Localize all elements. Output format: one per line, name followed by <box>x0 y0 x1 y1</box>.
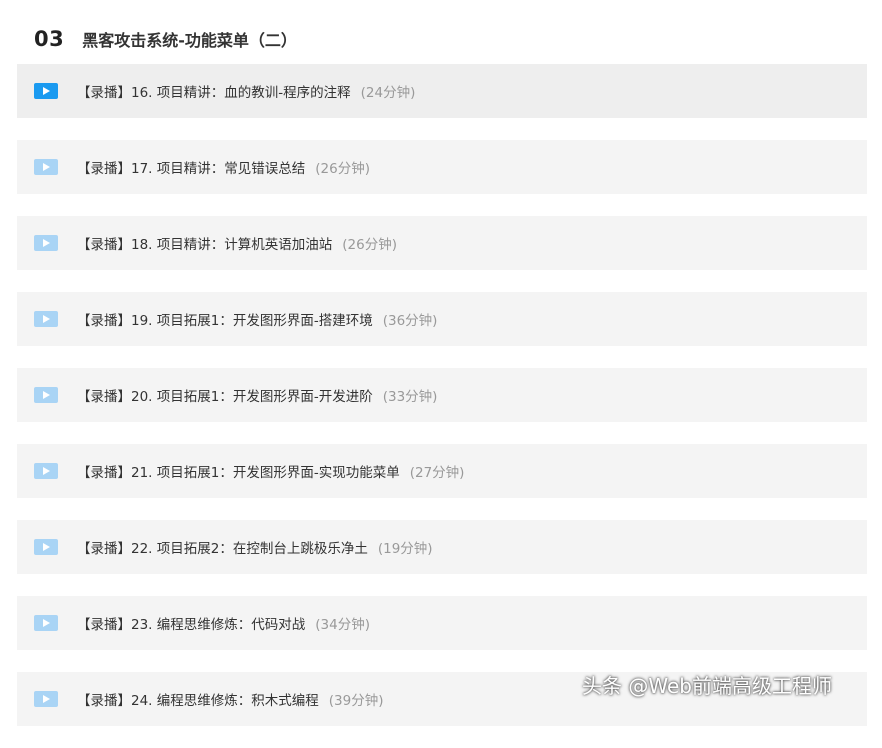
lesson-duration: (24分钟) <box>360 85 416 101</box>
lesson-title: 【录播】21. 项目拓展1：开发图形界面-实现功能菜单 <box>77 465 400 481</box>
lesson-duration: (36分钟) <box>382 313 438 329</box>
lesson-title: 【录播】17. 项目精讲：常见错误总结 <box>77 161 306 177</box>
lesson-duration: (39分钟) <box>328 693 384 709</box>
play-video-icon[interactable] <box>34 691 58 707</box>
lesson-item-17[interactable]: 【录播】17. 项目精讲：常见错误总结 (26分钟) <box>17 140 867 194</box>
lesson-duration: (19分钟) <box>377 541 433 557</box>
play-video-icon[interactable] <box>34 235 58 251</box>
lesson-title: 【录播】16. 项目精讲：血的教训-程序的注释 <box>77 85 351 101</box>
play-video-icon[interactable] <box>34 463 58 479</box>
play-video-icon[interactable] <box>34 83 58 99</box>
play-video-icon[interactable] <box>34 539 58 555</box>
lesson-item-23[interactable]: 【录播】23. 编程思维修炼：代码对战 (34分钟) <box>17 596 867 650</box>
play-video-icon[interactable] <box>34 387 58 403</box>
lesson-duration: (26分钟) <box>315 161 370 177</box>
lesson-title: 【录播】19. 项目拓展1：开发图形界面-搭建环境 <box>77 313 373 329</box>
section-number: 03 <box>34 27 65 51</box>
lesson-item-22[interactable]: 【录播】22. 项目拓展2：在控制台上跳极乐净土 (19分钟) <box>17 520 867 574</box>
lesson-duration: (26分钟) <box>342 237 397 253</box>
lesson-item-19[interactable]: 【录播】19. 项目拓展1：开发图形界面-搭建环境 (36分钟) <box>17 292 867 346</box>
lesson-title: 【录播】22. 项目拓展2：在控制台上跳极乐净土 <box>77 541 368 557</box>
lesson-duration: (27分钟) <box>409 465 465 481</box>
watermark: 头条 @Web前端高级工程师 <box>582 674 832 698</box>
lesson-item-18[interactable]: 【录播】18. 项目精讲：计算机英语加油站 (26分钟) <box>17 216 867 270</box>
section-header: 03 黑客攻击系统-功能菜单（二） <box>34 22 297 56</box>
play-video-icon[interactable] <box>34 311 58 327</box>
lesson-item-20[interactable]: 【录播】20. 项目拓展1：开发图形界面-开发进阶 (33分钟) <box>17 368 867 422</box>
lesson-item-21[interactable]: 【录播】21. 项目拓展1：开发图形界面-实现功能菜单 (27分钟) <box>17 444 867 498</box>
section-title: 黑客攻击系统-功能菜单（二） <box>82 31 297 50</box>
lesson-title: 【录播】18. 项目精讲：计算机英语加油站 <box>77 237 333 253</box>
lesson-duration: (33分钟) <box>382 389 438 405</box>
play-video-icon[interactable] <box>34 615 58 631</box>
lesson-title: 【录播】23. 编程思维修炼：代码对战 <box>77 617 306 633</box>
lesson-title: 【录播】24. 编程思维修炼：积木式编程 <box>77 693 319 709</box>
play-video-icon[interactable] <box>34 159 58 175</box>
lesson-title: 【录播】20. 项目拓展1：开发图形界面-开发进阶 <box>77 389 373 405</box>
lesson-list: 【录播】16. 项目精讲：血的教训-程序的注释 (24分钟) 【录播】17. 项… <box>17 64 867 748</box>
lesson-duration: (34分钟) <box>315 617 370 633</box>
lesson-item-16[interactable]: 【录播】16. 项目精讲：血的教训-程序的注释 (24分钟) <box>17 64 867 118</box>
